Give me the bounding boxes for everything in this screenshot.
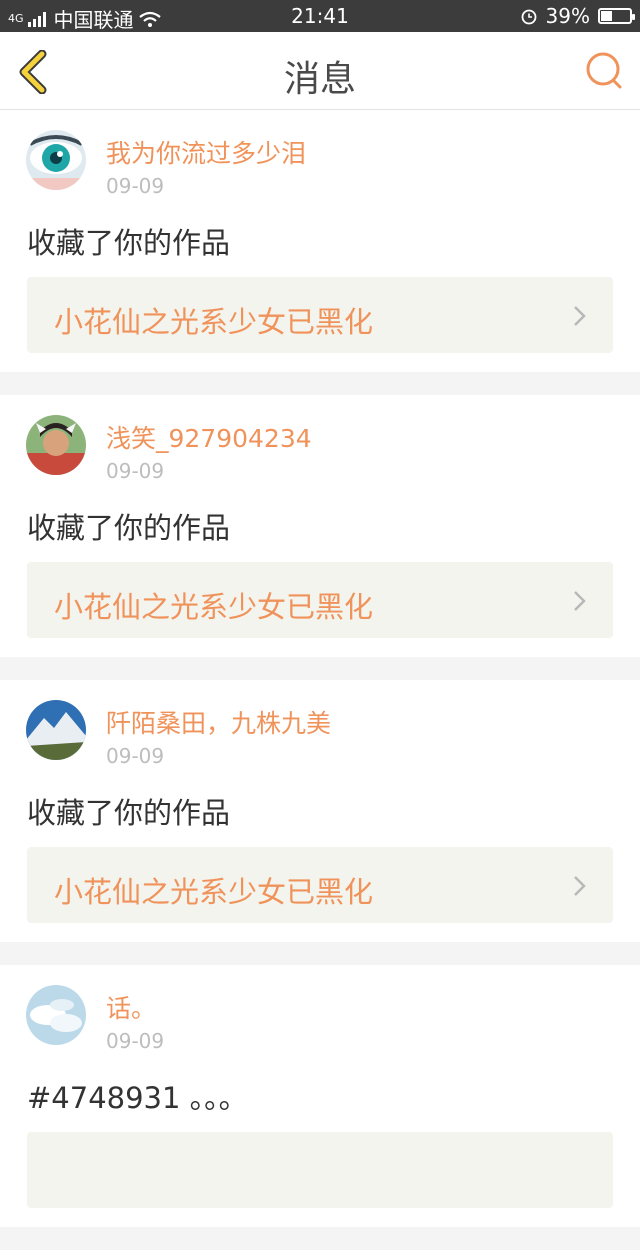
work-link[interactable]: 小花仙之光系少女已黑化 [27, 847, 613, 923]
status-right: 39% [520, 4, 635, 28]
message-date: 09-09 [106, 1029, 165, 1053]
avatar[interactable] [26, 985, 86, 1045]
message-date: 09-09 [106, 744, 165, 768]
battery-fill [601, 11, 612, 21]
work-title: 小花仙之光系少女已黑化 [54, 875, 374, 909]
avatar[interactable] [26, 415, 86, 475]
message-action: 收藏了你的作品 [27, 511, 231, 545]
message-action: #4748931 。。。 [27, 1081, 248, 1115]
username[interactable]: 话。 [106, 989, 156, 1025]
message-card: 阡陌桑田，九株九美 09-09 收藏了你的作品 小花仙之光系少女已黑化 [0, 680, 640, 942]
username[interactable]: 浅笑_927904234 [106, 419, 312, 455]
message-card: 浅笑_927904234 09-09 收藏了你的作品 小花仙之光系少女已黑化 [0, 395, 640, 657]
avatar-image [26, 415, 86, 475]
work-link[interactable] [27, 1132, 613, 1208]
nav-bar: 消息 [0, 32, 640, 110]
chevron-right-icon [574, 591, 586, 611]
avatar-image [26, 700, 86, 760]
work-title: 小花仙之光系少女已黑化 [54, 590, 374, 624]
status-bar: 4G 中国联通 21:41 39% [0, 0, 640, 32]
work-link[interactable]: 小花仙之光系少女已黑化 [27, 562, 613, 638]
message-action: 收藏了你的作品 [27, 796, 231, 830]
battery-percent: 39% [545, 4, 590, 28]
avatar-image [26, 130, 86, 190]
alarm-icon [521, 9, 536, 25]
avatar-image [26, 985, 86, 1045]
username[interactable]: 阡陌桑田，九株九美 [106, 704, 331, 740]
message-date: 09-09 [106, 459, 165, 483]
page-title: 消息 [283, 59, 356, 100]
avatar[interactable] [26, 700, 86, 760]
message-card: 话。 09-09 #4748931 。。。 [0, 965, 640, 1227]
work-title: 小花仙之光系少女已黑化 [54, 305, 374, 339]
chevron-right-icon [574, 306, 586, 326]
username[interactable]: 我为你流过多少泪 [106, 134, 306, 170]
message-date: 09-09 [106, 174, 165, 198]
search-button[interactable] [584, 50, 626, 92]
search-icon [586, 52, 622, 89]
chevron-right-icon [574, 876, 586, 896]
message-list: 我为你流过多少泪 09-09 收藏了你的作品 小花仙之光系少女已黑化 浅笑_92… [0, 110, 640, 1250]
message-card: 我为你流过多少泪 09-09 收藏了你的作品 小花仙之光系少女已黑化 [0, 110, 640, 372]
message-action: 收藏了你的作品 [27, 226, 231, 260]
battery-icon [598, 8, 635, 24]
avatar[interactable] [26, 130, 86, 190]
work-link[interactable]: 小花仙之光系少女已黑化 [27, 277, 613, 353]
